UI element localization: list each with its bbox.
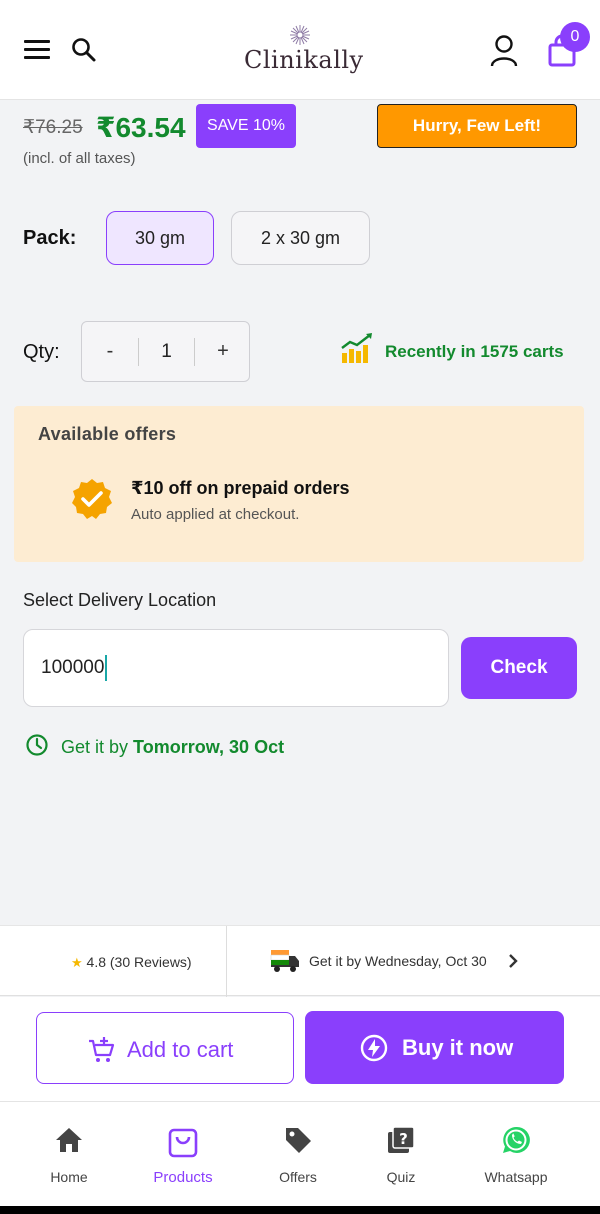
pincode-input[interactable]: 100000 — [23, 629, 449, 707]
pack-option-30gm[interactable]: 30 gm — [106, 211, 214, 265]
pack-label: Pack: — [23, 227, 77, 249]
lightning-icon — [360, 1034, 388, 1062]
check-pincode-button[interactable]: Check — [461, 637, 577, 699]
original-price: ₹76.25 — [23, 117, 83, 138]
stock-warning-badge: Hurry, Few Left! — [377, 104, 577, 148]
nav-label-offers: Offers — [279, 1169, 317, 1185]
delivery-eta: Get it by Tomorrow, 30 Oct — [61, 737, 284, 758]
add-to-cart-label: Add to cart — [127, 1037, 234, 1062]
logo-mark-icon — [290, 25, 310, 45]
nav-label-quiz: Quiz — [386, 1169, 416, 1185]
delivery-truck-icon — [270, 950, 299, 972]
save-badge: SAVE 10% — [196, 104, 296, 148]
buy-now-label: Buy it now — [402, 1035, 514, 1060]
pincode-value: 100000 — [41, 657, 105, 678]
add-to-cart-button[interactable]: Add to cart — [36, 1012, 294, 1084]
delivery-location-label: Select Delivery Location — [23, 590, 217, 610]
offer-title: ₹10 off on prepaid orders — [131, 478, 350, 498]
account-icon[interactable] — [488, 34, 520, 68]
buy-now-button[interactable]: Buy it now — [305, 1011, 564, 1084]
nav-item-quiz[interactable]: ? Quiz — [351, 1102, 451, 1202]
bag-icon — [168, 1128, 198, 1158]
add-cart-icon — [89, 1037, 115, 1062]
nav-label-products: Products — [153, 1169, 213, 1186]
nav-item-whatsapp[interactable]: Whatsapp — [466, 1102, 566, 1202]
brand-logo[interactable]: Clinikally — [244, 24, 364, 80]
eta-prefix: Get it by — [61, 737, 129, 757]
offer-subtitle: Auto applied at checkout. — [131, 506, 300, 523]
bottom-navigation: Home Products Offers ? Quiz Whatsapp — [0, 1101, 600, 1206]
pack-option-2x30gm[interactable]: 2 x 30 gm — [231, 211, 370, 265]
star-icon: ★ — [71, 955, 83, 970]
qty-value: 1 — [138, 338, 195, 366]
rating-text: 4.8 (30 Reviews) — [86, 954, 192, 970]
clock-icon — [26, 734, 48, 756]
quantity-stepper: - 1 + — [81, 321, 250, 382]
nav-item-home[interactable]: Home — [19, 1102, 119, 1202]
nav-label-home: Home — [50, 1169, 88, 1185]
strip-divider — [226, 926, 227, 997]
trending-chart-icon — [341, 333, 372, 363]
nav-item-products[interactable]: Products — [133, 1102, 233, 1202]
quiz-icon: ? — [388, 1126, 415, 1153]
system-nav-bar — [0, 1206, 600, 1214]
nav-item-offers[interactable]: Offers — [248, 1102, 348, 1202]
shipping-eta-text[interactable]: Get it by Wednesday, Oct 30 — [309, 953, 487, 969]
qty-label: Qty: — [23, 341, 60, 363]
tax-note: (incl. of all taxes) — [23, 150, 136, 167]
qty-increase-button[interactable]: + — [195, 322, 251, 381]
tag-icon — [286, 1128, 311, 1153]
eta-date: Tomorrow, 30 Oct — [133, 737, 285, 757]
top-header: Clinikally 0 — [0, 0, 600, 100]
home-icon — [56, 1128, 82, 1152]
chevron-right-icon[interactable] — [506, 951, 520, 971]
cart-count-badge: 0 — [560, 22, 590, 52]
rating-summary[interactable]: ★ 4.8 (30 Reviews) — [71, 954, 192, 971]
svg-text:?: ? — [399, 1130, 408, 1148]
nav-label-whatsapp: Whatsapp — [484, 1169, 548, 1185]
search-icon[interactable] — [70, 36, 98, 64]
whatsapp-icon — [503, 1126, 530, 1153]
text-caret — [105, 654, 108, 681]
brand-name: Clinikally — [244, 46, 364, 74]
verified-badge-icon — [72, 479, 112, 519]
recently-in-carts-text: Recently in 1575 carts — [385, 342, 564, 361]
current-price: ₹63.54 — [96, 112, 186, 143]
available-offers-panel: Available offers ₹10 off on prepaid orde… — [14, 406, 584, 562]
qty-decrease-button[interactable]: - — [82, 322, 138, 381]
menu-icon[interactable] — [24, 40, 50, 60]
offers-title: Available offers — [38, 424, 177, 444]
